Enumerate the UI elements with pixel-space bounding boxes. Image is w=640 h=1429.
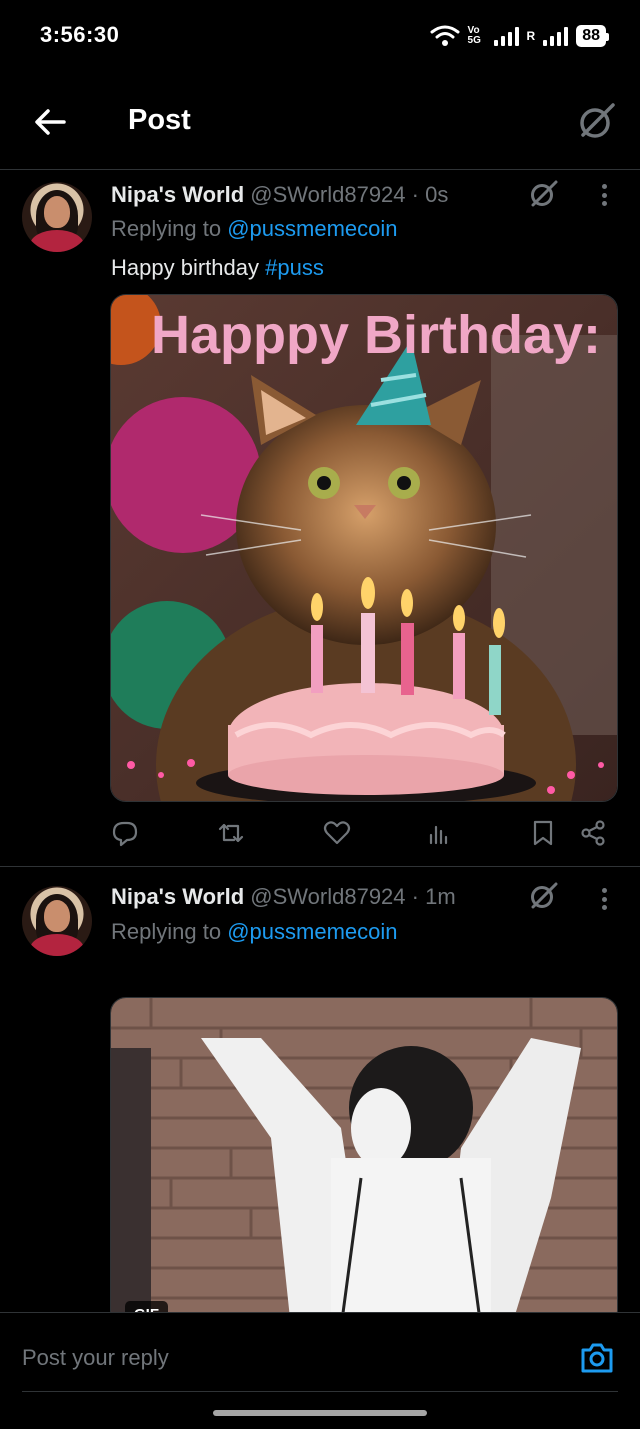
page-title: Post — [128, 104, 191, 136]
post-2[interactable]: Nipa's World @SWorld87924 · 1m Replying … — [0, 874, 640, 1327]
author-name[interactable]: Nipa's World — [111, 884, 244, 909]
avatar[interactable] — [22, 886, 92, 956]
post-divider — [0, 866, 640, 867]
wifi-icon — [430, 25, 460, 46]
post-1[interactable]: Nipa's World @SWorld87924 · 0s Replying … — [0, 170, 640, 867]
grok-icon[interactable] — [576, 100, 618, 142]
post-actions — [110, 818, 610, 854]
share-icon[interactable] — [578, 818, 608, 848]
birthday-cat-image: Happpy Birthday: — [111, 295, 617, 801]
home-indicator[interactable] — [213, 1410, 427, 1416]
post-image[interactable]: Happpy Birthday: — [110, 294, 618, 802]
battery-icon: 88 — [576, 25, 609, 47]
replying-to: Replying to @pussmemecoin — [111, 216, 398, 242]
grok-icon[interactable] — [528, 880, 560, 912]
status-time: 3:56:30 — [40, 22, 120, 47]
camera-icon[interactable] — [578, 1339, 616, 1377]
post-body: Happy birthday — [111, 255, 259, 280]
grok-icon[interactable] — [528, 178, 560, 210]
time-separator: · — [411, 884, 419, 909]
post-text: Happy birthday #puss — [111, 255, 324, 281]
replying-to: Replying to @pussmemecoin — [111, 919, 398, 945]
roaming-label: R — [526, 29, 536, 43]
reply-input[interactable]: Post your reply — [22, 1345, 169, 1371]
post-header: Nipa's World @SWorld87924 · 1m — [111, 884, 456, 910]
time-separator: · — [411, 182, 419, 207]
network-type-label: Vo 5G — [467, 25, 481, 46]
more-vertical-icon[interactable] — [596, 884, 612, 914]
hashtag-link[interactable]: #puss — [265, 255, 324, 280]
bookmark-icon[interactable] — [528, 818, 558, 848]
composer-underline — [22, 1391, 618, 1392]
post-time: 1m — [425, 884, 456, 909]
post-header: Nipa's World @SWorld87924 · 0s — [111, 182, 448, 208]
views-icon[interactable] — [424, 818, 454, 848]
image-caption: Happpy Birthday: — [151, 305, 601, 365]
gif-image — [111, 998, 617, 1326]
status-icons: Vo 5G R 88 — [430, 22, 609, 50]
post-gif[interactable]: GIF — [110, 997, 618, 1327]
status-bar: 3:56:30 Vo 5G R 88 — [0, 0, 640, 72]
reply-mention-link[interactable]: @pussmemecoin — [227, 216, 397, 241]
top-app-bar: Post — [0, 72, 640, 170]
more-vertical-icon[interactable] — [596, 180, 612, 210]
avatar[interactable] — [22, 182, 92, 252]
heart-icon[interactable] — [322, 818, 352, 848]
battery-level: 88 — [582, 27, 600, 44]
signal-icon — [493, 26, 519, 46]
arrow-left-icon[interactable] — [30, 102, 70, 142]
author-handle[interactable]: @SWorld87924 — [250, 884, 405, 909]
replying-prefix: Replying to — [111, 919, 222, 944]
signal-icon-2 — [543, 26, 569, 46]
reply-icon[interactable] — [110, 818, 140, 848]
post-time: 0s — [425, 182, 449, 207]
author-handle[interactable]: @SWorld87924 — [250, 182, 405, 207]
repost-icon[interactable] — [216, 818, 246, 848]
reply-mention-link[interactable]: @pussmemecoin — [227, 919, 397, 944]
replying-prefix: Replying to — [111, 216, 222, 241]
author-name[interactable]: Nipa's World — [111, 182, 244, 207]
